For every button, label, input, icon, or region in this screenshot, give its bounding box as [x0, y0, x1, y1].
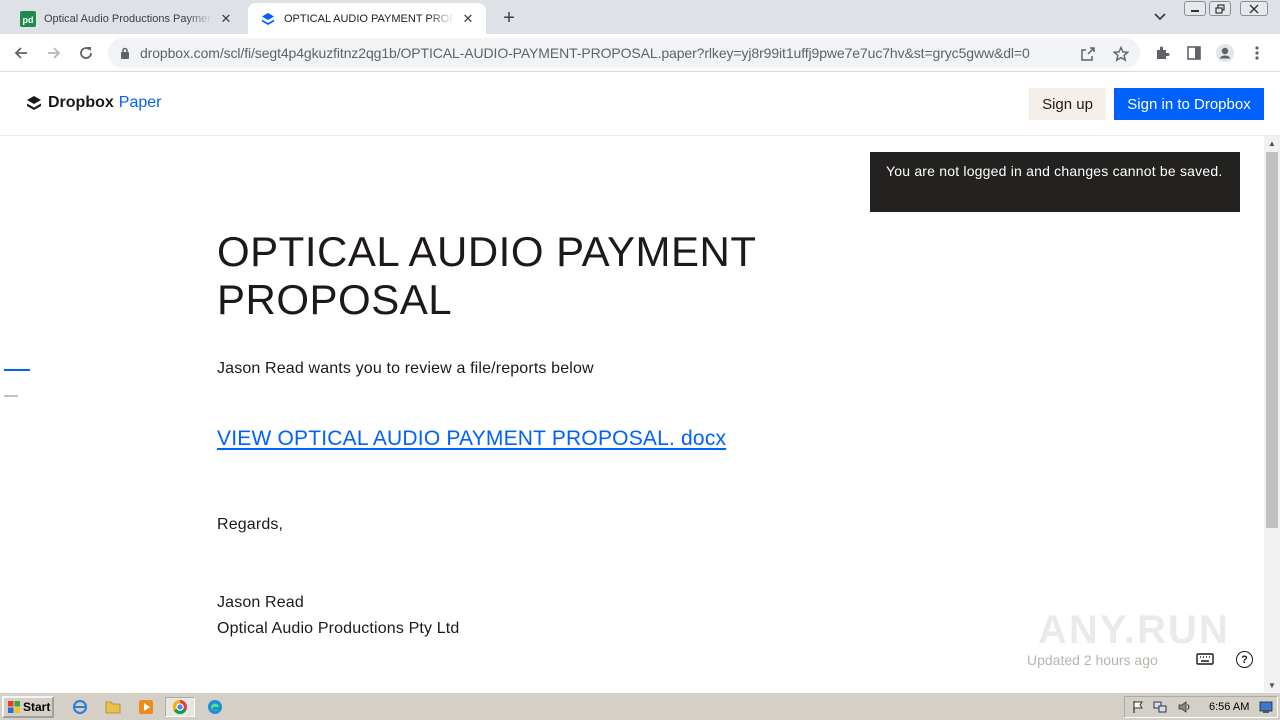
brand-name: Dropbox — [48, 94, 114, 111]
browser-menu-icon[interactable] — [1246, 42, 1268, 64]
scroll-up-icon[interactable]: ▲ — [1264, 136, 1280, 150]
sign-up-button[interactable]: Sign up — [1029, 88, 1106, 120]
close-window-icon[interactable] — [1240, 1, 1268, 16]
close-tab-icon[interactable]: ✕ — [218, 11, 234, 27]
view-proposal-link[interactable]: VIEW OPTICAL AUDIO PAYMENT PROPOSAL. doc… — [217, 427, 726, 451]
document-title[interactable]: OPTICAL AUDIO PAYMENT PROPOSAL — [217, 228, 817, 324]
product-name: Paper — [118, 94, 162, 111]
paper-header: Dropbox Paper Sign up Sign in to Dropbox — [0, 72, 1280, 136]
file-explorer-icon[interactable] — [102, 697, 124, 717]
share-icon[interactable] — [1078, 44, 1098, 64]
svg-text:pd: pd — [23, 15, 34, 25]
not-logged-in-notice: You are not logged in and changes cannot… — [870, 152, 1240, 212]
network-icon[interactable] — [1153, 700, 1167, 714]
sender-name[interactable]: Jason Read — [217, 594, 304, 612]
forward-arrow-icon[interactable] — [41, 40, 67, 66]
scroll-down-icon[interactable]: ▼ — [1264, 678, 1280, 692]
taskbar-clock[interactable]: 6:56 AM — [1209, 701, 1249, 713]
chrome-taskbar-icon[interactable] — [165, 697, 195, 717]
windows-flag-icon — [7, 700, 21, 714]
lock-icon[interactable] — [120, 47, 130, 60]
outline-marker-active[interactable] — [4, 369, 30, 371]
sender-company[interactable]: Optical Audio Productions Pty Ltd — [217, 620, 459, 638]
profile-avatar-icon[interactable] — [1214, 42, 1236, 64]
sign-in-button[interactable]: Sign in to Dropbox — [1114, 88, 1264, 120]
show-desktop-icon[interactable] — [1259, 700, 1273, 714]
media-player-icon[interactable] — [135, 697, 157, 717]
browser-tab-optical-audio[interactable]: OPTICAL AUDIO PAYMENT PROPOSAL ✕ — [248, 3, 486, 34]
close-tab-icon[interactable]: ✕ — [460, 11, 476, 27]
start-label: Start — [23, 700, 51, 714]
start-button[interactable]: Start — [2, 696, 54, 718]
dropbox-paper-logo[interactable]: Dropbox Paper — [26, 94, 161, 112]
browser-tab-payment-proposal[interactable]: pd Optical Audio Productions Payment Pro… — [8, 3, 244, 34]
side-panel-icon[interactable] — [1183, 42, 1205, 64]
restore-window-icon[interactable] — [1209, 1, 1231, 16]
browser-toolbar: dropbox.com/scl/fi/segt4p4gkuzfitnz2qg1b… — [0, 34, 1280, 72]
scroll-thumb[interactable] — [1266, 152, 1278, 528]
bookmark-star-icon[interactable] — [1111, 44, 1131, 64]
address-bar[interactable]: dropbox.com/scl/fi/segt4p4gkuzfitnz2qg1b… — [108, 38, 1140, 68]
tab-title: Optical Audio Productions Payment Propos… — [44, 12, 212, 25]
dropbox-logo-icon — [26, 95, 42, 111]
pd-favicon-icon: pd — [20, 10, 36, 27]
edge-icon[interactable] — [204, 697, 226, 717]
minimize-window-icon[interactable] — [1184, 1, 1206, 16]
dropbox-favicon-icon — [260, 11, 276, 27]
system-tray — [1124, 696, 1278, 718]
keyboard-shortcuts-icon[interactable] — [1196, 652, 1214, 666]
updated-timestamp: Updated 2 hours ago — [1027, 652, 1158, 668]
browser-tab-strip: pd Optical Audio Productions Payment Pro… — [0, 0, 1280, 34]
volume-icon[interactable] — [1177, 700, 1191, 714]
page-scrollbar[interactable]: ▲ ▼ — [1264, 136, 1280, 692]
outline-marker[interactable] — [4, 395, 18, 397]
anyrun-watermark: ANY.RUN — [1038, 608, 1230, 652]
intro-paragraph[interactable]: Jason Read wants you to review a file/re… — [217, 360, 594, 378]
tab-search-chevron-icon[interactable] — [1150, 8, 1170, 26]
new-tab-button[interactable]: + — [497, 6, 521, 30]
url-text[interactable]: dropbox.com/scl/fi/segt4p4gkuzfitnz2qg1b… — [140, 45, 1070, 61]
internet-explorer-icon[interactable] — [69, 697, 91, 717]
help-icon[interactable]: ? — [1236, 651, 1253, 668]
windows-taskbar: Start 6:56 AM — [0, 692, 1280, 720]
regards-text[interactable]: Regards, — [217, 516, 283, 534]
tab-title: OPTICAL AUDIO PAYMENT PROPOSAL — [284, 12, 454, 25]
back-arrow-icon[interactable] — [8, 40, 34, 66]
action-center-flag-icon[interactable] — [1131, 700, 1145, 714]
reload-icon[interactable] — [73, 40, 99, 66]
extensions-puzzle-icon[interactable] — [1151, 42, 1173, 64]
